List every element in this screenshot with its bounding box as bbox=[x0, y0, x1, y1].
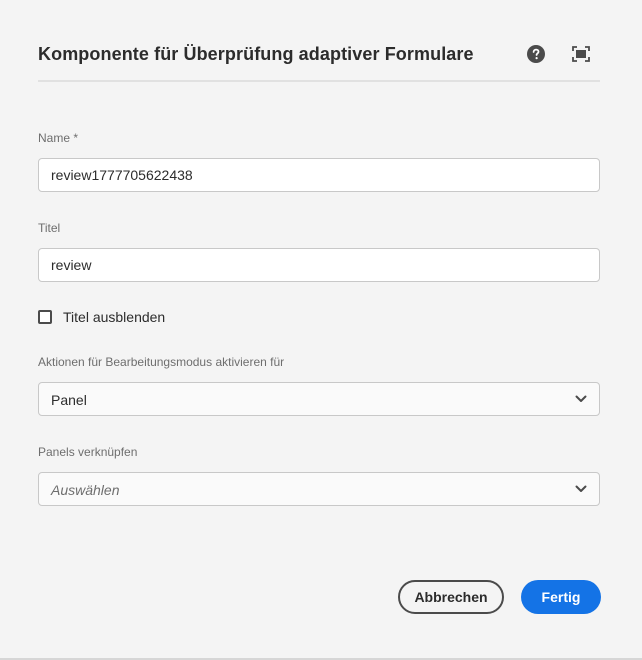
edit-mode-actions-value: Panel bbox=[51, 392, 87, 408]
done-button[interactable]: Fertig bbox=[521, 580, 601, 614]
cancel-button[interactable]: Abbrechen bbox=[398, 580, 504, 614]
hide-title-checkbox-row[interactable]: Titel ausblenden bbox=[38, 307, 165, 327]
name-label: Name * bbox=[38, 131, 79, 145]
titel-input[interactable] bbox=[39, 249, 599, 281]
hide-title-checkbox[interactable] bbox=[38, 310, 52, 324]
fullscreen-button[interactable] bbox=[570, 43, 592, 65]
titel-field-wrapper bbox=[38, 248, 600, 282]
chevron-down-icon bbox=[575, 395, 587, 402]
fullscreen-icon bbox=[572, 46, 590, 62]
help-button[interactable] bbox=[525, 43, 547, 65]
dialog-title: Komponente für Überprüfung adaptiver For… bbox=[38, 44, 474, 64]
link-panels-placeholder: Auswählen bbox=[51, 482, 120, 498]
name-input[interactable] bbox=[39, 159, 599, 191]
chevron-down-icon bbox=[575, 485, 587, 492]
link-panels-select[interactable]: Auswählen bbox=[38, 472, 600, 506]
edit-mode-actions-select[interactable]: Panel bbox=[38, 382, 600, 416]
edit-mode-actions-label: Aktionen für Bearbeitungsmodus aktiviere… bbox=[38, 355, 285, 369]
dialog-header: Komponente für Überprüfung adaptiver For… bbox=[38, 40, 600, 82]
link-panels-label: Panels verknüpfen bbox=[38, 445, 138, 459]
name-field-wrapper bbox=[38, 158, 600, 192]
titel-label: Titel bbox=[38, 221, 61, 235]
hide-title-label: Titel ausblenden bbox=[63, 309, 166, 325]
dialog: Komponente für Überprüfung adaptiver For… bbox=[0, 0, 642, 660]
help-circle-icon bbox=[527, 45, 545, 63]
